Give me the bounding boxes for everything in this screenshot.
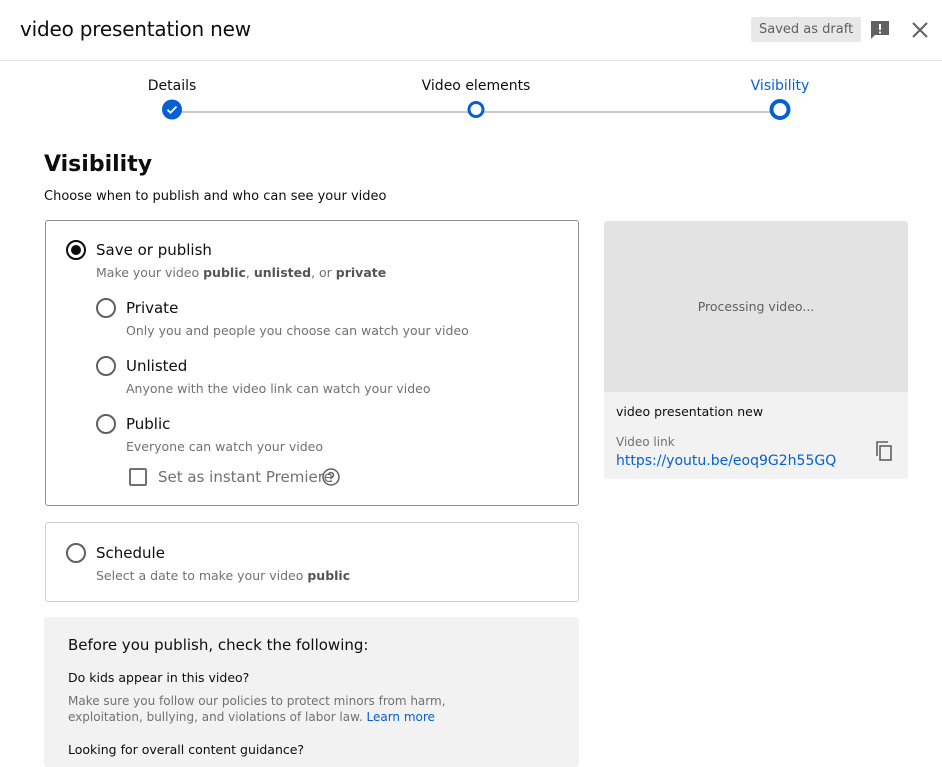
private-label: Private: [126, 299, 179, 317]
progress-stepper: Details Video elements Visibility: [0, 62, 942, 132]
visibility-heading: Visibility: [44, 152, 153, 177]
private-radio[interactable]: [96, 298, 116, 318]
step-details-label[interactable]: Details: [148, 78, 197, 94]
learn-more-link[interactable]: Learn more: [366, 710, 434, 724]
public-desc: Everyone can watch your video: [126, 439, 323, 454]
video-link-label: Video link: [616, 435, 675, 449]
instant-premiere-checkbox[interactable]: [129, 468, 147, 486]
save-or-publish-label: Save or publish: [96, 241, 212, 259]
save-or-publish-card[interactable]: Save or publish Make your video public, …: [45, 220, 579, 506]
schedule-card[interactable]: Schedule Select a date to make your vide…: [45, 522, 579, 602]
public-radio[interactable]: [96, 414, 116, 434]
video-player[interactable]: Processing video...: [604, 221, 908, 392]
step-visibility-dot[interactable]: [769, 99, 791, 126]
save-or-publish-radio[interactable]: [66, 240, 86, 260]
schedule-label: Schedule: [96, 544, 165, 562]
preview-video-title: video presentation new: [616, 404, 764, 419]
checklist-title: Before you publish, check the following:: [68, 636, 369, 654]
schedule-radio[interactable]: [66, 543, 86, 563]
checklist-text-kids: Make sure you follow our policies to pro…: [68, 694, 446, 724]
step-video-elements-label[interactable]: Video elements: [422, 78, 531, 94]
unlisted-desc: Anyone with the video link can watch you…: [126, 381, 431, 396]
processing-text: Processing video...: [697, 299, 815, 314]
save-or-publish-desc: Make your video public, unlisted, or pri…: [96, 265, 387, 280]
visibility-subtitle: Choose when to publish and who can see y…: [44, 189, 387, 204]
copy-icon[interactable]: [872, 439, 896, 463]
schedule-desc: Select a date to make your video public: [96, 568, 351, 583]
instant-premiere-label: Set as instant Premiere: [158, 468, 333, 486]
unlisted-radio[interactable]: [96, 356, 116, 376]
private-desc: Only you and people you choose can watch…: [126, 323, 469, 338]
step-video-elements-dot[interactable]: [467, 101, 485, 124]
step-details-check-icon[interactable]: [162, 99, 182, 125]
unlisted-label: Unlisted: [126, 357, 188, 375]
close-icon[interactable]: [908, 18, 932, 42]
dialog-title: video presentation new: [20, 17, 251, 41]
saved-as-draft-badge: Saved as draft: [751, 17, 862, 42]
public-label: Public: [126, 415, 171, 433]
step-visibility-label[interactable]: Visibility: [751, 78, 810, 94]
checklist-question-kids: Do kids appear in this video?: [68, 670, 250, 685]
video-preview-panel: Processing video... video presentation n…: [604, 221, 908, 479]
video-link[interactable]: https://youtu.be/eoq9G2h55GQ: [616, 453, 836, 469]
publish-checklist: Before you publish, check the following:…: [44, 617, 579, 767]
checklist-question-guidance: Looking for overall content guidance?: [68, 742, 305, 757]
feedback-icon[interactable]: [868, 18, 892, 42]
help-icon[interactable]: [322, 468, 340, 486]
dialog-header: video presentation new Saved as draft: [0, 0, 942, 61]
